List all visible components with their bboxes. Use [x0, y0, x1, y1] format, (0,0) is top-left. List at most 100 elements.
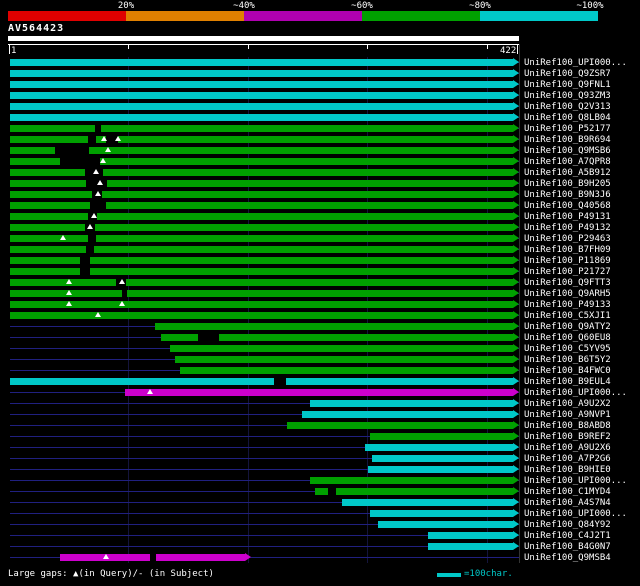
alignment-label[interactable]: UniRef100_A9NVP1	[524, 410, 611, 420]
alignment-label[interactable]: UniRef100_P11869	[524, 256, 611, 266]
alignment-arrowhead-icon	[513, 520, 519, 528]
alignment-label[interactable]: UniRef100_Q9ARH5	[524, 289, 611, 299]
alignment-bar[interactable]	[10, 246, 513, 253]
alignment-label[interactable]: UniRef100_Q9MSB6	[524, 146, 611, 156]
alignment-bar[interactable]	[287, 422, 513, 429]
alignment-label[interactable]: UniRef100_Q9FTT3	[524, 278, 611, 288]
alignment-bar[interactable]	[309, 400, 513, 407]
alignment-label[interactable]: UniRef100_P29463	[524, 234, 611, 244]
alignment-bar[interactable]	[179, 367, 513, 374]
alignment-label[interactable]: UniRef100_B4G0N7	[524, 542, 611, 552]
alignment-label[interactable]: UniRef100_UPI000...	[524, 509, 627, 519]
alignment-bar[interactable]	[10, 125, 513, 132]
alignment-arrowhead-icon	[513, 69, 519, 77]
alignment-label[interactable]: UniRef100_C5XJI1	[524, 311, 611, 321]
alignment-label[interactable]: UniRef100_B6T5Y2	[524, 355, 611, 365]
alignment-bar[interactable]	[428, 543, 513, 550]
alignment-bar[interactable]	[10, 70, 513, 77]
alignment-label[interactable]: UniRef100_A9U2X6	[524, 443, 611, 453]
alignment-bar[interactable]	[10, 312, 513, 319]
alignment-bar[interactable]	[368, 466, 513, 473]
alignment-row: UniRef100_A9U2X2	[0, 398, 640, 409]
alignment-bar[interactable]	[372, 455, 513, 462]
alignment-label[interactable]: UniRef100_UPI000...	[524, 58, 627, 68]
alignment-label[interactable]: UniRef100_A5B912	[524, 168, 611, 178]
alignment-bar[interactable]	[124, 389, 513, 396]
alignment-bar[interactable]	[10, 301, 513, 308]
alignment-label[interactable]: UniRef100_Q9ATY2	[524, 322, 611, 332]
alignment-bar[interactable]	[170, 345, 513, 352]
alignment-label[interactable]: UniRef100_A7QPR8	[524, 157, 611, 167]
alignment-bar[interactable]	[10, 59, 513, 66]
alignment-label[interactable]: UniRef100_C5YV95	[524, 344, 611, 354]
alignment-label[interactable]: UniRef100_P52177	[524, 124, 611, 134]
alignment-bar[interactable]	[428, 532, 513, 539]
alignment-label[interactable]: UniRef100_Q93ZM3	[524, 91, 611, 101]
alignment-arrowhead-icon	[513, 124, 519, 132]
alignment-bar[interactable]	[10, 103, 513, 110]
alignment-bar[interactable]	[10, 180, 513, 187]
alignment-label[interactable]: UniRef100_Q8LB04	[524, 113, 611, 123]
alignment-bar[interactable]	[377, 521, 513, 528]
alignment-bar[interactable]	[301, 411, 513, 418]
alignment-label[interactable]: UniRef100_A4S7N4	[524, 498, 611, 508]
alignment-label[interactable]: UniRef100_B7FH09	[524, 245, 611, 255]
alignment-bar[interactable]	[10, 136, 513, 143]
alignment-label[interactable]: UniRef100_B9HIE0	[524, 465, 611, 475]
alignment-label[interactable]: UniRef100_C4J2T1	[524, 531, 611, 541]
alignment-label[interactable]: UniRef100_B4FWC0	[524, 366, 611, 376]
alignment-label[interactable]: UniRef100_UPI000...	[524, 476, 627, 486]
alignment-bar[interactable]	[10, 92, 513, 99]
alignment-label[interactable]: UniRef100_Q9MSB4	[524, 553, 611, 563]
alignment-bar[interactable]	[10, 114, 513, 121]
alignment-bar[interactable]	[364, 444, 513, 451]
alignment-label[interactable]: UniRef100_B9H205	[524, 179, 611, 189]
alignment-bar[interactable]	[10, 378, 513, 385]
alignment-bar[interactable]	[314, 488, 513, 495]
alignment-bar[interactable]	[154, 323, 513, 330]
identity-scale-segment	[126, 11, 244, 21]
alignment-row: UniRef100_Q93ZM3	[0, 90, 640, 101]
alignment-label[interactable]: UniRef100_Q9FNL1	[524, 80, 611, 90]
identity-scale-segment	[8, 11, 126, 21]
alignment-bar[interactable]	[369, 510, 513, 517]
query-gap-triangle-icon	[59, 235, 66, 240]
alignment-arrowhead-icon	[513, 333, 519, 341]
alignment-label[interactable]: UniRef100_C1MYD4	[524, 487, 611, 497]
alignment-bar[interactable]	[369, 433, 513, 440]
alignment-label[interactable]: UniRef100_Q9ZSR7	[524, 69, 611, 79]
alignment-label[interactable]: UniRef100_P49133	[524, 300, 611, 310]
alignment-bar[interactable]	[309, 477, 513, 484]
alignment-bar[interactable]	[10, 202, 513, 209]
alignment-row: UniRef100_Q8LB04	[0, 112, 640, 123]
alignment-label[interactable]: UniRef100_B8ABD8	[524, 421, 611, 431]
alignment-arrowhead-icon	[513, 102, 519, 110]
alignment-label[interactable]: UniRef100_Q40568	[524, 201, 611, 211]
alignment-bar[interactable]	[342, 499, 513, 506]
alignment-row: UniRef100_P49131	[0, 211, 640, 222]
alignment-label[interactable]: UniRef100_P49132	[524, 223, 611, 233]
large-gaps-legend: Large gaps: ▲(in Query)/- (in Subject)	[8, 569, 214, 579]
alignment-label[interactable]: UniRef100_Q84Y92	[524, 520, 611, 530]
alignment-label[interactable]: UniRef100_Q2V313	[524, 102, 611, 112]
alignment-bar[interactable]	[10, 191, 513, 198]
alignment-label[interactable]: UniRef100_P49131	[524, 212, 611, 222]
alignment-bar[interactable]	[10, 279, 513, 286]
alignment-label[interactable]: UniRef100_B9R694	[524, 135, 611, 145]
alignment-label[interactable]: UniRef100_A9U2X2	[524, 399, 611, 409]
alignment-bar[interactable]	[10, 213, 513, 220]
alignment-label[interactable]: UniRef100_B9N3J6	[524, 190, 611, 200]
alignment-label[interactable]: UniRef100_P21727	[524, 267, 611, 277]
alignment-bar[interactable]	[10, 81, 513, 88]
alignment-arrowhead-icon	[513, 135, 519, 143]
alignment-bar[interactable]	[174, 356, 513, 363]
alignment-bar[interactable]	[10, 235, 513, 242]
alignment-row: UniRef100_Q9FNL1	[0, 79, 640, 90]
alignment-bar[interactable]	[10, 290, 513, 297]
alignment-label[interactable]: UniRef100_Q60EU8	[524, 333, 611, 343]
alignment-label[interactable]: UniRef100_UPI000...	[524, 388, 627, 398]
alignment-label[interactable]: UniRef100_A7P2G6	[524, 454, 611, 464]
alignment-label[interactable]: UniRef100_B9REF2	[524, 432, 611, 442]
alignment-label[interactable]: UniRef100_B9EUL4	[524, 377, 611, 387]
query-gap-triangle-icon	[119, 279, 126, 284]
